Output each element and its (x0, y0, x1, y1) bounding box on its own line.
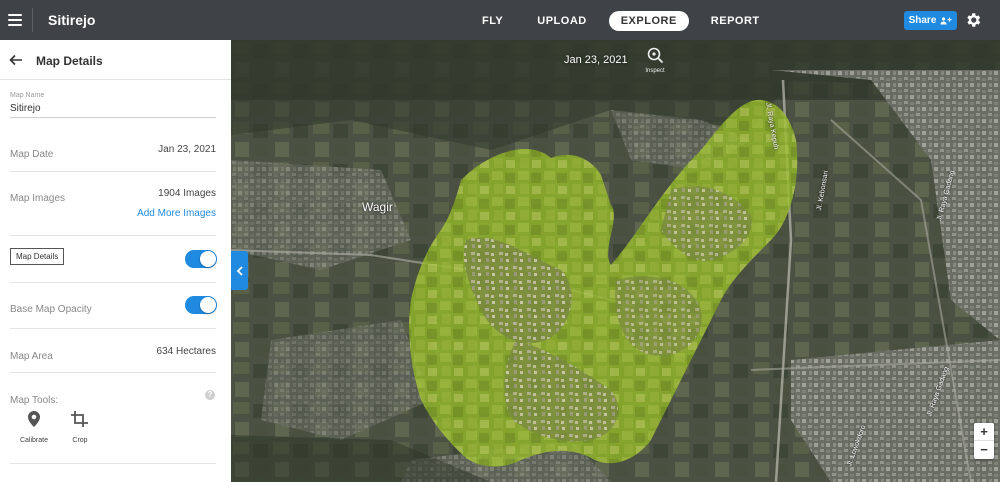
inspect-magnifier-icon (647, 47, 664, 64)
map-date-label: Map Date (10, 149, 54, 160)
back-arrow-icon[interactable] (9, 53, 23, 67)
nav-explore[interactable]: EXPLORE (608, 11, 689, 31)
divider (10, 171, 216, 172)
collapse-panel-button[interactable] (231, 251, 248, 290)
project-title: Sitirejo (48, 12, 96, 28)
map-area-row: Map Area 634 Hectares (10, 346, 216, 364)
base-map-opacity-label: Base Map Opacity (10, 304, 92, 315)
map-name-label: Map Name (10, 92, 45, 99)
map-images-value: 1904 Images (158, 188, 216, 199)
calibrate-label: Calibrate (19, 437, 48, 444)
crop-tool[interactable]: Crop (60, 410, 100, 444)
zoom-controls: + − (974, 423, 994, 459)
panel-header: Map Details (0, 40, 231, 80)
map-place-label: Wagir (362, 200, 393, 214)
add-more-images-link[interactable]: Add More Images (137, 208, 216, 219)
calibrate-tool[interactable]: Calibrate (14, 410, 54, 444)
inspect-label: Inspect (645, 68, 665, 74)
share-label: Share (908, 15, 937, 26)
zoom-out-button[interactable]: − (974, 441, 994, 459)
main-nav: FLY UPLOAD EXPLORE REPORT (470, 11, 782, 31)
chevron-left-icon (236, 265, 243, 276)
share-users-icon (940, 16, 952, 24)
nav-upload[interactable]: UPLOAD (525, 11, 598, 31)
divider (10, 372, 216, 373)
panel-title: Map Details (36, 54, 103, 68)
map-images-row: Map Images 1904 Images (10, 188, 216, 206)
hamburger-menu-icon[interactable] (0, 0, 30, 40)
nav-report[interactable]: REPORT (699, 11, 772, 31)
map-date-overlay: Jan 23, 2021 (564, 54, 628, 66)
map-tools-row: Map Tools: (10, 390, 216, 408)
top-bar: Sitirejo FLY UPLOAD EXPLORE REPORT Share (0, 0, 1000, 40)
help-icon[interactable]: ? (205, 390, 215, 400)
header-divider (32, 8, 33, 32)
inspect-tool[interactable]: Inspect (640, 46, 670, 74)
map-date-value: Jan 23, 2021 (158, 144, 216, 155)
map-details-toggle-label: Map Details (10, 248, 65, 265)
divider (10, 328, 216, 329)
gear-icon[interactable] (964, 11, 982, 29)
zoom-in-button[interactable]: + (974, 423, 994, 441)
nav-fly[interactable]: FLY (470, 11, 515, 31)
location-pin-icon (28, 411, 40, 427)
crop-label: Crop (72, 437, 88, 444)
satellite-imagery (231, 40, 1000, 482)
map-details-toggle[interactable] (185, 250, 217, 268)
divider (10, 463, 216, 464)
share-button[interactable]: Share (904, 11, 957, 30)
map-details-panel: Map Details Map Name Sitirejo Map Date J… (0, 40, 231, 482)
map-tools-label: Map Tools: (10, 395, 59, 406)
map-area-label: Map Area (10, 351, 53, 362)
map-canvas[interactable]: Jan 23, 2021 Inspect Wagir Jl. Raya Kepu… (231, 40, 1000, 482)
map-date-row: Map Date Jan 23, 2021 (10, 144, 216, 162)
crop-icon (71, 411, 88, 427)
map-name-input[interactable]: Sitirejo (10, 103, 216, 118)
divider (10, 235, 216, 236)
divider (10, 282, 216, 283)
base-map-opacity-toggle[interactable] (185, 296, 217, 314)
map-images-label: Map Images (10, 193, 66, 204)
map-area-value: 634 Hectares (156, 346, 216, 357)
